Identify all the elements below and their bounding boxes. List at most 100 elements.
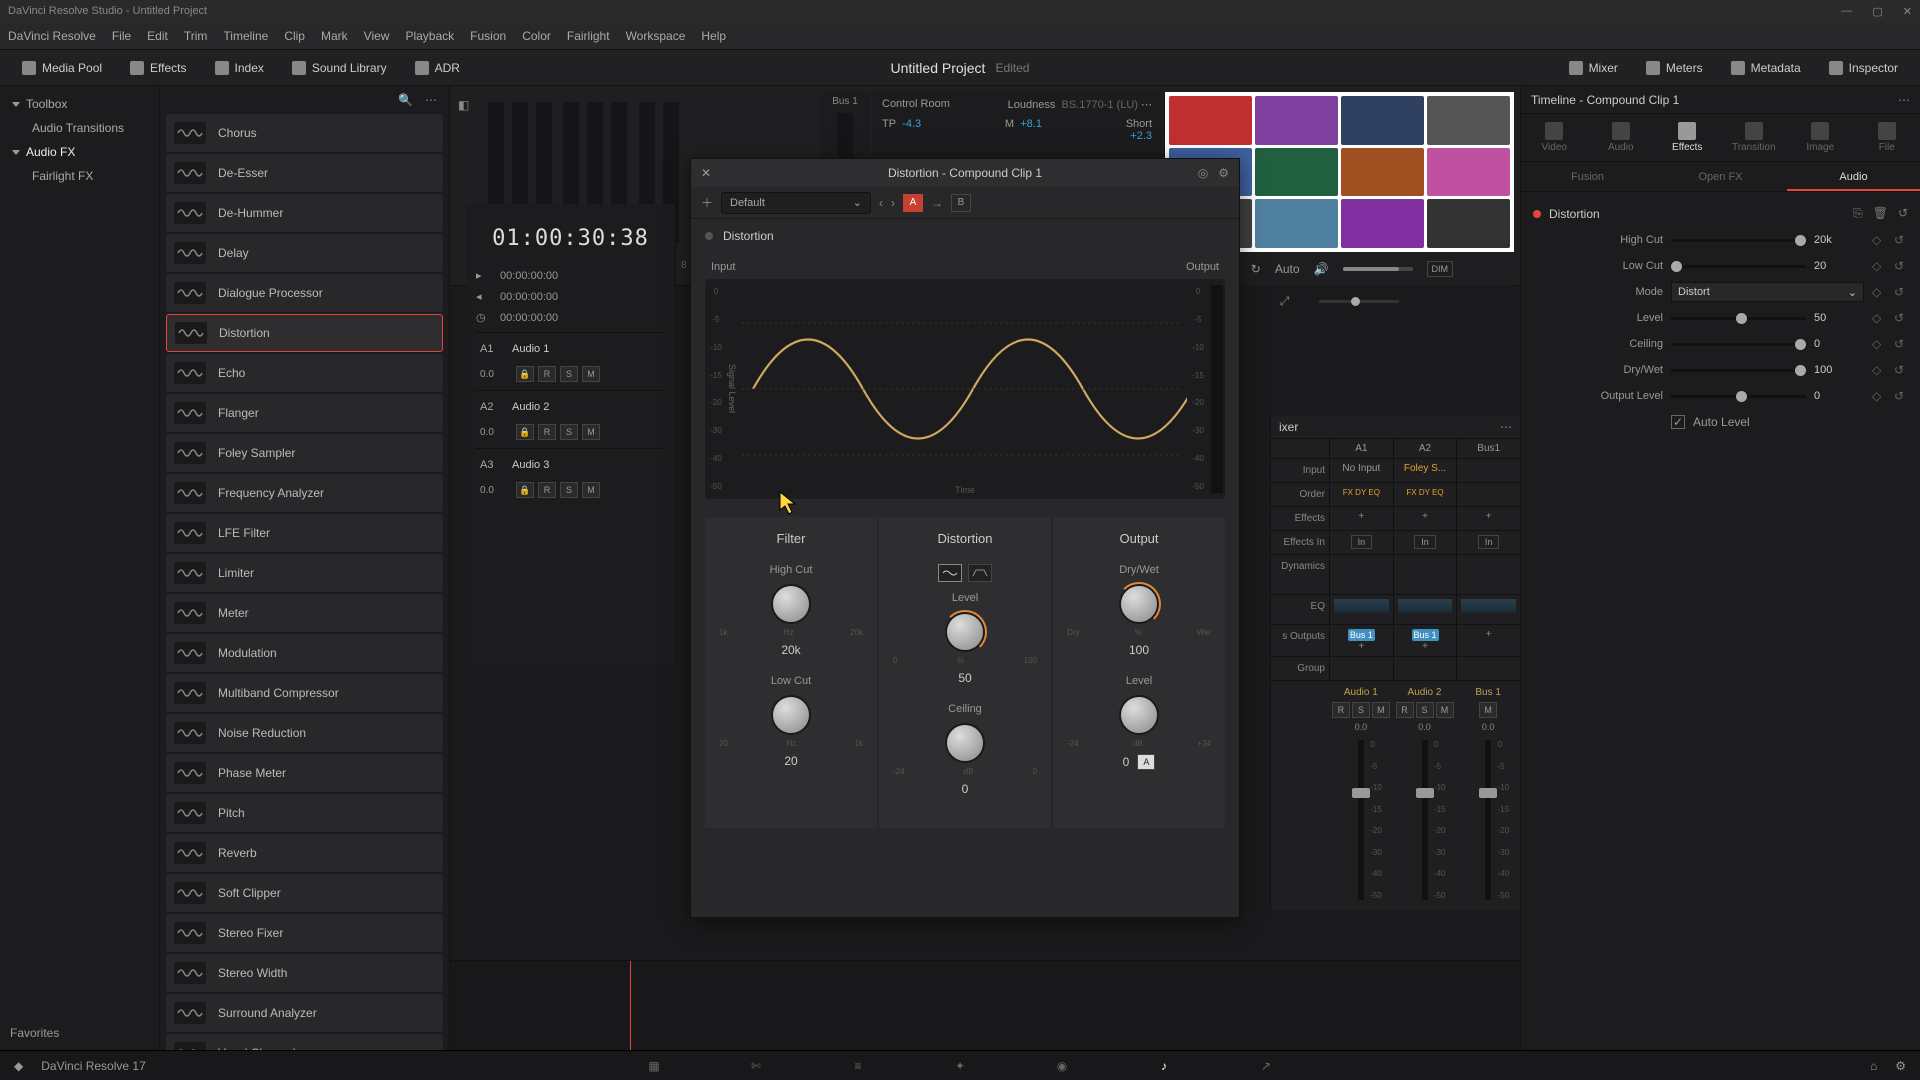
fx-item[interactable]: Vocal Channel (166, 1034, 443, 1050)
drywet-slider[interactable] (1671, 369, 1806, 372)
level-value-field[interactable]: 50 (887, 671, 1043, 685)
play-icon[interactable]: ▸ (476, 269, 490, 282)
effects-button[interactable]: Effects (120, 57, 196, 79)
distort-mode-icon[interactable] (938, 564, 962, 582)
menu-item[interactable]: Color (522, 29, 551, 43)
cut-page-icon[interactable]: ✄ (745, 1055, 767, 1077)
loudness-menu-icon[interactable]: ⋯ (1141, 99, 1152, 111)
lowcut-value[interactable]: 20 (1814, 260, 1864, 272)
fx-item[interactable]: LFE Filter (166, 514, 443, 552)
close-icon[interactable]: ✕ (1903, 5, 1912, 18)
fader-slider[interactable]: 0-5-10-15-20-30-40-50 (1358, 740, 1364, 900)
fx-item[interactable]: Soft Clipper (166, 874, 443, 912)
param-reset-icon[interactable]: ↺ (1894, 311, 1908, 325)
edit-page-icon[interactable]: ≡ (847, 1055, 869, 1077)
preset-dropdown[interactable]: Default⌄ (721, 192, 871, 214)
add-preset-icon[interactable]: ＋ (701, 194, 713, 211)
inspector-menu-icon[interactable]: ⋯ (1898, 93, 1910, 107)
param-reset-icon[interactable]: ↺ (1894, 233, 1908, 247)
lowcut-knob[interactable] (771, 695, 811, 735)
menu-item[interactable]: Mark (321, 29, 348, 43)
param-keyframe-icon[interactable]: ◇ (1872, 233, 1886, 247)
track-header[interactable]: A3Audio 3 (476, 448, 665, 480)
fx-item[interactable]: Stereo Fixer (166, 914, 443, 952)
outlevel-value-field[interactable]: 0 (1123, 755, 1130, 769)
meters-button[interactable]: Meters (1636, 57, 1713, 79)
fx-item[interactable]: Noise Reduction (166, 714, 443, 752)
fx-item[interactable]: Reverb (166, 834, 443, 872)
trash-icon[interactable]: 🗑 (1873, 206, 1888, 221)
fx-item[interactable]: Distortion (166, 314, 443, 352)
param-reset-icon[interactable]: ↺ (1894, 337, 1908, 351)
highcut-value-field[interactable]: 20k (713, 643, 869, 657)
gear-icon[interactable]: ⚙ (1218, 166, 1229, 180)
fx-item[interactable]: Echo (166, 354, 443, 392)
adr-button[interactable]: ADR (405, 57, 470, 79)
tab-effects[interactable]: Effects (1654, 114, 1721, 161)
speaker-icon[interactable]: 🔊 (1314, 262, 1329, 276)
effects-in-button[interactable]: In (1414, 535, 1436, 549)
ceiling-value[interactable]: 0 (1814, 338, 1864, 350)
s-button[interactable]: S (1352, 702, 1370, 718)
mixer-input[interactable]: Foley S... (1393, 459, 1457, 482)
effects-in-button[interactable]: In (1351, 535, 1373, 549)
param-reset-icon[interactable]: ↺ (1894, 285, 1908, 299)
fx-item[interactable]: Delay (166, 234, 443, 272)
toolbox-node[interactable]: Toolbox (0, 92, 159, 116)
options-icon[interactable]: ⋯ (425, 93, 437, 107)
highcut-knob[interactable] (771, 584, 811, 624)
tab-transition[interactable]: Transition (1721, 114, 1788, 161)
menu-item[interactable]: Edit (147, 29, 168, 43)
color-page-icon[interactable]: ◉ (1051, 1055, 1073, 1077)
inspector-button[interactable]: Inspector (1819, 57, 1908, 79)
index-button[interactable]: Index (205, 57, 274, 79)
m-button[interactable]: M (1479, 702, 1497, 718)
track-header[interactable]: A1Audio 1 (476, 332, 665, 364)
lowcut-value-field[interactable]: 20 (713, 754, 869, 768)
ab-a-button[interactable]: A (903, 194, 923, 212)
maximize-icon[interactable]: ▢ (1872, 5, 1882, 18)
param-reset-icon[interactable]: ↺ (1894, 259, 1908, 273)
highcut-value[interactable]: 20k (1814, 234, 1864, 246)
level-value[interactable]: 50 (1814, 312, 1864, 324)
fx-item[interactable]: Foley Sampler (166, 434, 443, 472)
audio-transitions-node[interactable]: Audio Transitions (0, 116, 159, 140)
clock-icon[interactable]: ◷ (476, 311, 490, 324)
drywet-value-field[interactable]: 100 (1061, 643, 1217, 657)
dim-button[interactable]: DIM (1427, 261, 1454, 277)
fx-item[interactable]: Chorus (166, 114, 443, 152)
mute-button[interactable]: M (582, 482, 600, 498)
record-button[interactable]: R (538, 482, 556, 498)
fx-item[interactable]: Limiter (166, 554, 443, 592)
fx-item[interactable]: Dialogue Processor (166, 274, 443, 312)
fx-item[interactable]: Meter (166, 594, 443, 632)
fx-item[interactable]: Stereo Width (166, 954, 443, 992)
auto-level-checkbox[interactable]: ✓ (1671, 415, 1685, 429)
add-effect-button[interactable]: + (1422, 511, 1428, 522)
drywet-value[interactable]: 100 (1814, 364, 1864, 376)
menu-item[interactable]: DaVinci Resolve (8, 29, 96, 43)
level-slider[interactable] (1671, 317, 1806, 320)
metadata-button[interactable]: Metadata (1721, 57, 1811, 79)
menu-item[interactable]: Help (701, 29, 726, 43)
track-header[interactable]: A2Audio 2 (476, 390, 665, 422)
menu-item[interactable]: Timeline (223, 29, 268, 43)
solo-button[interactable]: S (560, 366, 578, 382)
level-knob[interactable] (945, 612, 985, 652)
mute-button[interactable]: M (582, 366, 600, 382)
menu-item[interactable]: Fairlight (567, 29, 610, 43)
param-keyframe-icon[interactable]: ◇ (1872, 337, 1886, 351)
highcut-slider[interactable] (1671, 239, 1806, 242)
param-keyframe-icon[interactable]: ◇ (1872, 363, 1886, 377)
menu-item[interactable]: File (112, 29, 131, 43)
settings-icon[interactable]: ⚙ (1895, 1059, 1906, 1073)
media-page-icon[interactable]: ▦ (643, 1055, 665, 1077)
solo-button[interactable]: S (560, 482, 578, 498)
r-button[interactable]: R (1332, 702, 1350, 718)
lock-icon[interactable]: 🔒 (516, 482, 534, 498)
fx-item[interactable]: Surround Analyzer (166, 994, 443, 1032)
param-keyframe-icon[interactable]: ◇ (1872, 389, 1886, 403)
drywet-knob[interactable] (1119, 584, 1159, 624)
param-reset-icon[interactable]: ↺ (1894, 389, 1908, 403)
subtab-openfx[interactable]: Open FX (1654, 162, 1787, 191)
